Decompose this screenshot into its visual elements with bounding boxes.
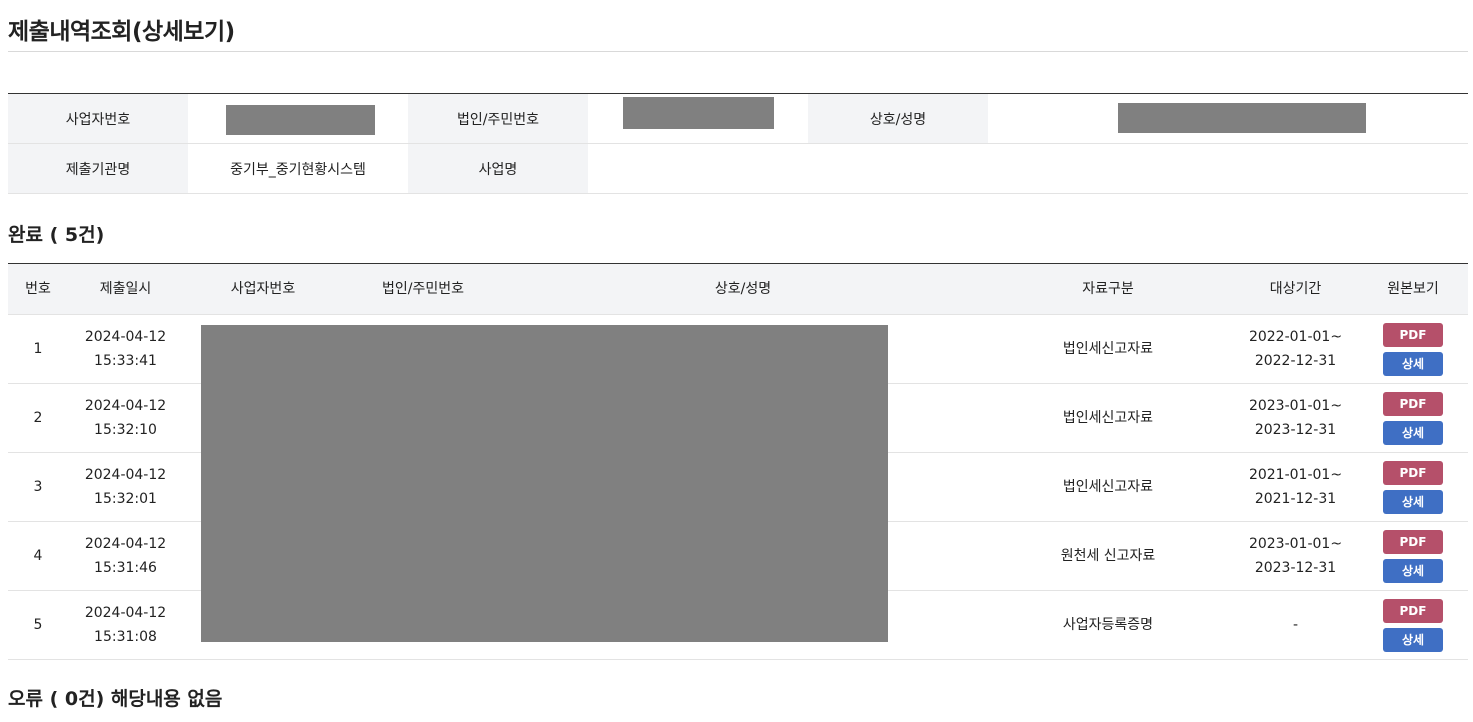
header-date: 제출일시 [99, 281, 152, 297]
row-period-to: 2023-12-31 [1254, 560, 1337, 576]
header-biz-no: 사업자번호 [230, 281, 296, 297]
pdf-button[interactable]: PDF [1383, 322, 1443, 347]
row-time: 15:33:41 [94, 353, 157, 369]
row-no: 2 [33, 410, 43, 426]
row-view-actions: PDF 상세 [1358, 315, 1468, 383]
completed-section-title: 완료 ( 5건) [8, 224, 105, 246]
row-no: 5 [33, 617, 43, 633]
row-date: 2024-04-12 [84, 605, 167, 621]
biz-no-value [188, 94, 408, 143]
row-no: 1 [33, 341, 43, 357]
table-header: 번호 제출일시 사업자번호 법인/주민번호 상호/성명 자료구분 대상기간 원본… [8, 264, 1468, 315]
header-name: 상호/성명 [714, 281, 772, 297]
row-type: 법인세신고자료 [1062, 479, 1154, 495]
redacted-corp-no [622, 96, 774, 129]
row-period-from: 2021-01-01~ [1248, 467, 1343, 483]
header-period: 대상기간 [1269, 281, 1322, 297]
pdf-button[interactable]: PDF [1383, 598, 1443, 623]
title-divider [8, 51, 1468, 52]
row-time: 15:32:01 [94, 491, 157, 507]
row-date: 2024-04-12 [84, 398, 167, 414]
row-no: 4 [33, 548, 43, 564]
header-view: 원본보기 [1387, 281, 1439, 297]
detail-button[interactable]: 상세 [1383, 351, 1443, 376]
name-label: 상호/성명 [808, 94, 988, 143]
row-type: 원천세 신고자료 [1060, 548, 1156, 564]
row-period-from: - [1292, 617, 1299, 633]
page-title: 제출내역조회(상세보기) [8, 19, 235, 45]
project-label: 사업명 [408, 144, 588, 193]
row-view-actions: PDF 상세 [1358, 384, 1468, 452]
detail-button[interactable]: 상세 [1383, 558, 1443, 583]
pdf-button[interactable]: PDF [1383, 529, 1443, 554]
row-date: 2024-04-12 [84, 329, 167, 345]
info-row-2: 제출기관명 중기부_중기현황시스템 사업명 [8, 144, 1468, 194]
redacted-biz-no [225, 104, 375, 135]
biz-no-label: 사업자번호 [8, 94, 188, 143]
error-section-title: 오류 ( 0건) 해당내용 없음 [8, 688, 223, 710]
pdf-button[interactable]: PDF [1383, 391, 1443, 416]
row-period: 2022-01-01~ 2022-12-31 [1233, 315, 1358, 383]
corp-no-value [588, 94, 808, 143]
agency-value: 중기부_중기현황시스템 [188, 144, 408, 193]
row-datetime: 2024-04-12 15:31:08 [68, 591, 183, 659]
row-datetime: 2024-04-12 15:33:41 [68, 315, 183, 383]
summary-info-table: 사업자번호 법인/주민번호 상호/성명 제출기관명 중기부_중기현황시스템 사업… [8, 93, 1468, 194]
row-type: 법인세신고자료 [1062, 341, 1154, 357]
row-datetime: 2024-04-12 15:31:46 [68, 522, 183, 590]
row-period: - [1233, 591, 1358, 659]
row-type: 법인세신고자료 [1062, 410, 1154, 426]
row-period-to: 2021-12-31 [1254, 491, 1337, 507]
row-time: 15:31:08 [94, 629, 157, 645]
row-time: 15:31:46 [94, 560, 157, 576]
header-corp-no: 법인/주민번호 [382, 281, 464, 297]
row-period-from: 2022-01-01~ [1248, 329, 1343, 345]
row-view-actions: PDF 상세 [1358, 522, 1468, 590]
corp-no-label: 법인/주민번호 [408, 94, 588, 143]
row-date: 2024-04-12 [84, 536, 167, 552]
row-datetime: 2024-04-12 15:32:10 [68, 384, 183, 452]
header-no: 번호 [25, 281, 51, 297]
row-period-to: 2022-12-31 [1254, 353, 1337, 369]
row-period-from: 2023-01-01~ [1248, 398, 1343, 414]
row-period-from: 2023-01-01~ [1248, 536, 1343, 552]
name-value [988, 94, 1468, 143]
header-type: 자료구분 [1082, 281, 1134, 297]
row-datetime: 2024-04-12 15:32:01 [68, 453, 183, 521]
row-view-actions: PDF 상세 [1358, 453, 1468, 521]
row-date: 2024-04-12 [84, 467, 167, 483]
row-period-to: 2023-12-31 [1254, 422, 1337, 438]
row-view-actions: PDF 상세 [1358, 591, 1468, 659]
pdf-button[interactable]: PDF [1383, 460, 1443, 485]
agency-label: 제출기관명 [8, 144, 188, 193]
project-value [588, 144, 1468, 193]
row-type: 사업자등록증명 [1062, 617, 1154, 633]
row-period: 2023-01-01~ 2023-12-31 [1233, 522, 1358, 590]
detail-button[interactable]: 상세 [1383, 627, 1443, 652]
row-time: 15:32:10 [94, 422, 157, 438]
info-row-1: 사업자번호 법인/주민번호 상호/성명 [8, 94, 1468, 144]
row-period: 2021-01-01~ 2021-12-31 [1233, 453, 1358, 521]
row-period: 2023-01-01~ 2023-12-31 [1233, 384, 1358, 452]
detail-button[interactable]: 상세 [1383, 420, 1443, 445]
detail-button[interactable]: 상세 [1383, 489, 1443, 514]
row-no: 3 [33, 479, 43, 495]
redacted-identity-block [201, 325, 888, 642]
redacted-name [1118, 102, 1366, 133]
